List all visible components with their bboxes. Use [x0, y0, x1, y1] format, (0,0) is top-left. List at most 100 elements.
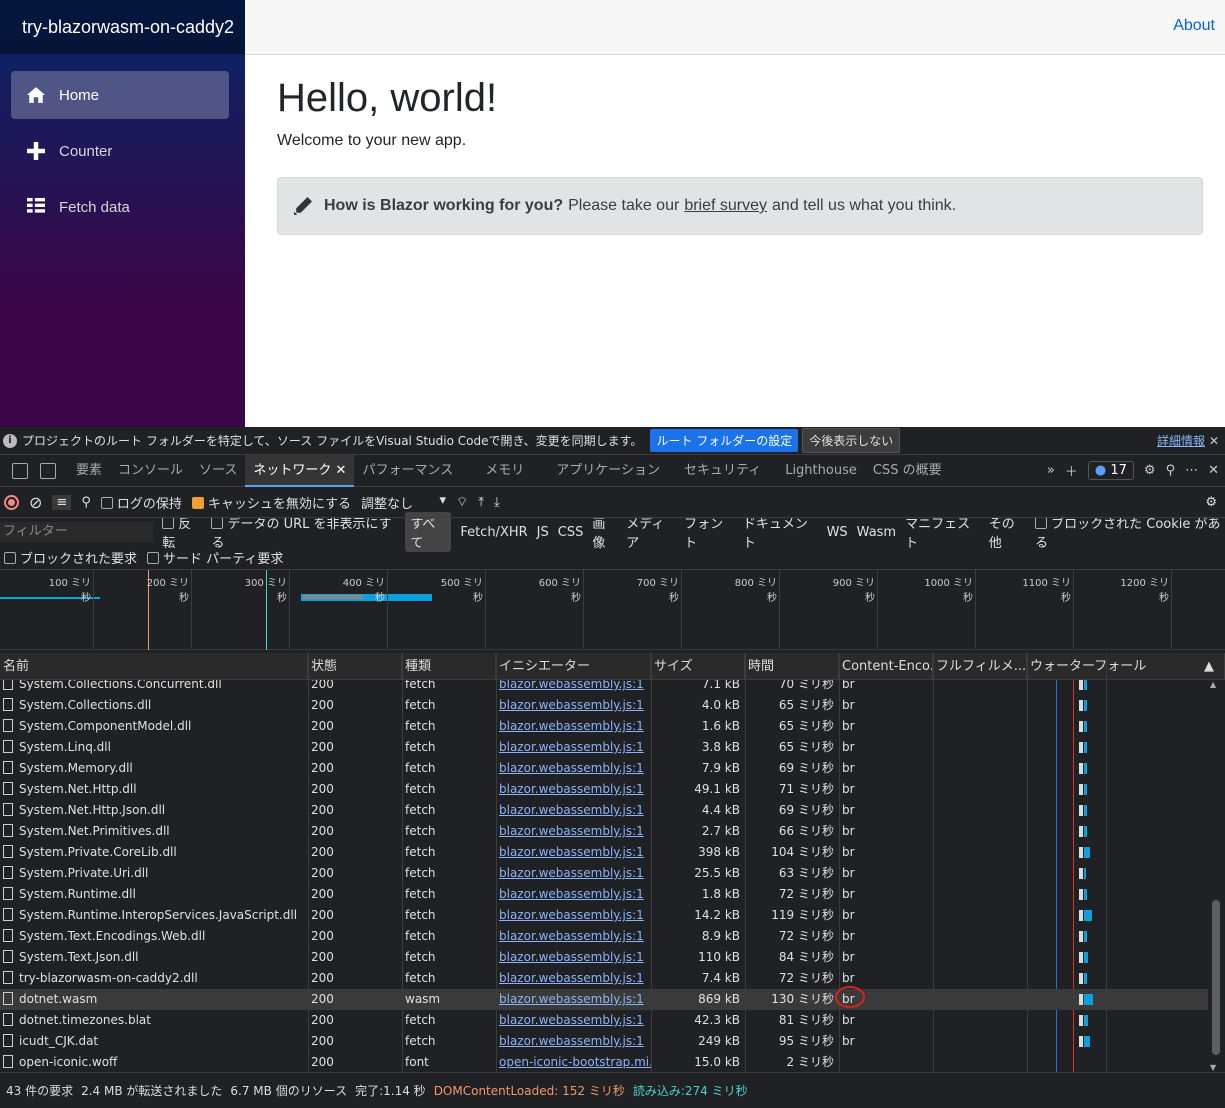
filter-font[interactable]: フォント [684, 513, 734, 551]
third-party-checkbox[interactable]: サード パーティ要求 [147, 548, 283, 567]
table-row[interactable]: System.Runtime.InteropServices.JavaScrip… [0, 905, 1208, 926]
request-initiator[interactable]: blazor.webassembly.js:1 [496, 1031, 651, 1052]
request-initiator[interactable]: blazor.webassembly.js:1 [496, 884, 651, 905]
set-root-folder-button[interactable]: ルート フォルダーの設定 [650, 429, 799, 452]
filter-ws[interactable]: WS [827, 525, 848, 540]
clear-icon[interactable]: ⊘ [29, 493, 42, 512]
filter-input[interactable]: フィルター [0, 522, 154, 542]
inspect-icon[interactable] [12, 462, 28, 479]
learn-more-link[interactable]: 詳細情報 [1157, 432, 1205, 449]
col-status[interactable]: 状態 [308, 653, 402, 680]
table-row[interactable]: System.Private.CoreLib.dll 200 fetch blazor… [0, 842, 1208, 863]
record-icon[interactable] [4, 494, 19, 510]
table-row[interactable]: System.Collections.dll 200 fetch blazor.web… [0, 695, 1208, 716]
request-initiator[interactable]: blazor.webassembly.js:1 [496, 821, 651, 842]
filter-manifest[interactable]: マニフェスト [905, 513, 980, 551]
add-tab-icon[interactable]: ＋ [1065, 461, 1078, 480]
export-icon[interactable]: ⤓ [494, 495, 500, 510]
request-initiator[interactable]: blazor.webassembly.js:1 [496, 737, 651, 758]
survey-link[interactable]: brief survey [684, 197, 767, 215]
disable-cache-checkbox[interactable]: キャッシュを無効にする [191, 493, 351, 512]
col-initiator[interactable]: イニシエーター [496, 653, 651, 680]
overview-timeline[interactable]: 100 ミリ秒 200 ミリ秒 300 ミリ秒 400 ミリ秒 500 ミリ秒 600 ミ… [0, 570, 1225, 650]
preserve-log-checkbox[interactable]: ログの保持 [100, 493, 182, 512]
request-initiator[interactable]: blazor.webassembly.js:1 [496, 863, 651, 884]
filter-wasm[interactable]: Wasm [857, 525, 896, 540]
table-row[interactable]: System.Linq.dll 200 fetch blazor.webassembl… [0, 737, 1208, 758]
request-initiator[interactable]: blazor.webassembly.js:1 [496, 680, 651, 695]
dont-show-again-button[interactable]: 今後表示しない [802, 428, 901, 453]
table-row[interactable]: System.Net.Http.Json.dll 200 fetch blazor.w… [0, 800, 1208, 821]
hide-data-urls-checkbox[interactable]: データの URL を非表示にする [211, 513, 396, 551]
table-row[interactable]: dotnet.wasm 200 wasm blazor.webassembly.js:… [0, 989, 1208, 1010]
col-fulfilled[interactable]: フルフィルメ... [933, 653, 1027, 680]
filter-icon[interactable]: ≡ [52, 494, 72, 510]
request-initiator[interactable]: blazor.webassembly.js:1 [496, 905, 651, 926]
nav-counter[interactable]: Counter [11, 127, 229, 175]
blocked-requests-checkbox[interactable]: ブロックされた要求 [4, 548, 137, 567]
table-row[interactable]: System.Net.Http.dll 200 fetch blazor.webass… [0, 779, 1208, 800]
table-row[interactable]: System.Memory.dll 200 fetch blazor.webassem… [0, 758, 1208, 779]
settings-icon[interactable]: ⚙ [1144, 463, 1156, 478]
col-size[interactable]: サイズ [651, 653, 745, 680]
close-icon[interactable]: ✕ [1209, 434, 1219, 448]
request-initiator[interactable]: open-iconic-bootstrap.mi... [496, 1052, 651, 1072]
table-row[interactable]: icudt_CJK.dat 200 fetch blazor.webassembly.… [0, 1031, 1208, 1052]
tab-console[interactable]: コンソール [110, 455, 191, 487]
table-row[interactable]: System.Net.Primitives.dll 200 fetch blazor.… [0, 821, 1208, 842]
col-encoding[interactable]: Content-Enco... [839, 653, 933, 680]
filter-all[interactable]: すべて [405, 512, 452, 552]
issues-badge[interactable]: ● 17 [1087, 461, 1134, 480]
tab-css-overview[interactable]: CSS の概要 [865, 455, 950, 487]
request-initiator[interactable]: blazor.webassembly.js:1 [496, 800, 651, 821]
throttle-select[interactable]: 調整なし ▾ [361, 493, 446, 512]
request-initiator[interactable]: blazor.webassembly.js:1 [496, 842, 651, 863]
tab-performance[interactable]: パフォーマンス [354, 455, 461, 487]
filter-css[interactable]: CSS [558, 525, 584, 540]
table-row[interactable]: try-blazorwasm-on-caddy2.dll 200 fetch blaz… [0, 968, 1208, 989]
nav-fetch-data[interactable]: Fetch data [11, 183, 229, 231]
filter-media[interactable]: メディア [626, 513, 675, 551]
col-time[interactable]: 時間 [745, 653, 839, 680]
table-row[interactable]: dotnet.timezones.blat 200 fetch blazor.weba… [0, 1010, 1208, 1031]
app-brand[interactable]: try-blazorwasm-on-caddy2 [0, 0, 245, 54]
col-name[interactable]: 名前 [0, 653, 308, 680]
tab-memory[interactable]: メモリ [461, 455, 548, 487]
network-settings-icon[interactable]: ⚙ [1205, 495, 1217, 510]
request-initiator[interactable]: blazor.webassembly.js:1 [496, 989, 651, 1010]
close-tab-icon[interactable]: ✕ [336, 463, 347, 478]
customize-icon[interactable]: ⚲ [1166, 463, 1176, 478]
search-icon[interactable]: ⚲ [81, 495, 91, 510]
filter-other[interactable]: その他 [989, 513, 1026, 551]
request-initiator[interactable]: blazor.webassembly.js:1 [496, 1010, 651, 1031]
invert-checkbox[interactable]: 反転 [162, 513, 202, 551]
table-row[interactable]: System.Text.Json.dll 200 fetch blazor.webas… [0, 947, 1208, 968]
table-row[interactable]: System.Text.Encodings.Web.dll 200 fetch bla… [0, 926, 1208, 947]
nav-home[interactable]: Home [11, 71, 229, 119]
table-row[interactable]: System.Collections.Concurrent.dll 200 fetc… [0, 680, 1208, 695]
wifi-icon[interactable]: ⌔ [456, 494, 468, 510]
filter-img[interactable]: 画像 [592, 513, 617, 551]
tab-security[interactable]: セキュリティ [668, 455, 777, 487]
table-row[interactable]: System.ComponentModel.dll 200 fetch blazor.… [0, 716, 1208, 737]
device-toolbar-icon[interactable] [40, 462, 56, 479]
more-tabs-icon[interactable]: » [1047, 463, 1055, 478]
tab-lighthouse[interactable]: Lighthouse [777, 455, 865, 487]
tab-application[interactable]: アプリケーション [548, 455, 668, 487]
table-row[interactable]: open-iconic.woff 200 font open-iconic-boots… [0, 1052, 1208, 1072]
request-initiator[interactable]: blazor.webassembly.js:1 [496, 716, 651, 737]
request-initiator[interactable]: blazor.webassembly.js:1 [496, 947, 651, 968]
filter-js[interactable]: JS [537, 525, 549, 540]
col-waterfall[interactable]: ウォーターフォール ▲ [1027, 653, 1225, 680]
filter-doc[interactable]: ドキュメント [743, 513, 818, 551]
request-initiator[interactable]: blazor.webassembly.js:1 [496, 968, 651, 989]
request-initiator[interactable]: blazor.webassembly.js:1 [496, 695, 651, 716]
table-row[interactable]: System.Runtime.dll 200 fetch blazor.webasse… [0, 884, 1208, 905]
import-icon[interactable]: ⤒ [478, 495, 484, 510]
request-initiator[interactable]: blazor.webassembly.js:1 [496, 926, 651, 947]
filter-fetch-xhr[interactable]: Fetch/XHR [460, 525, 527, 540]
about-link[interactable]: About [1173, 17, 1215, 35]
tab-network[interactable]: ネットワーク ✕ [245, 454, 355, 487]
tab-sources[interactable]: ソース [191, 455, 245, 487]
request-initiator[interactable]: blazor.webassembly.js:1 [496, 779, 651, 800]
